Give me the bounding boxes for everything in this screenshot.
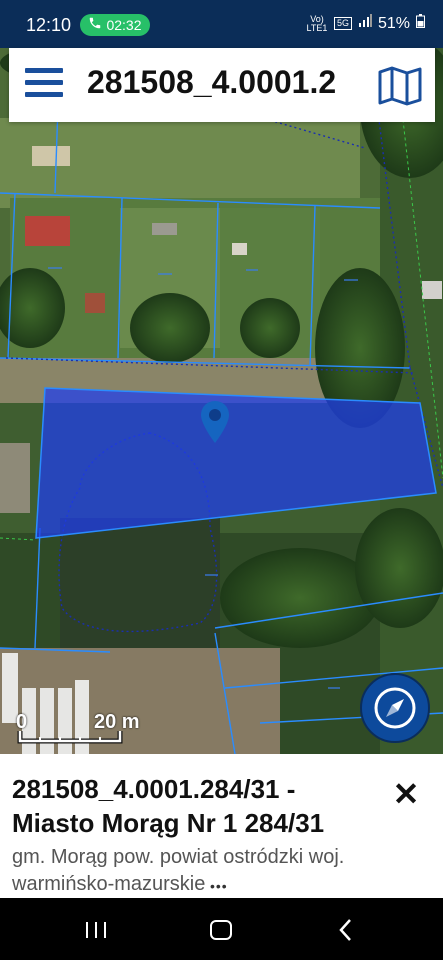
folded-map-icon[interactable] <box>377 66 423 106</box>
parcel-info-title: 281508_4.0001.284/31 - Miasto Morąg Nr 1… <box>12 774 325 838</box>
call-timer: 02:32 <box>106 17 142 33</box>
back-icon[interactable] <box>336 918 356 942</box>
ongoing-call-pill[interactable]: 02:32 <box>80 14 150 36</box>
hamburger-menu-icon[interactable] <box>25 68 63 102</box>
compass-navigation-icon[interactable] <box>360 673 430 743</box>
5g-indicator: 5G <box>333 17 352 30</box>
recent-apps-icon[interactable] <box>84 920 108 940</box>
parcel-info-panel: 281508_4.0001.284/31 - Miasto Morąg Nr 1… <box>0 754 443 898</box>
close-icon[interactable]: ✕ <box>390 778 422 810</box>
home-icon[interactable] <box>210 920 232 940</box>
scale-distance-label: 20 m <box>94 711 140 733</box>
battery-icon <box>416 14 425 33</box>
status-time: 12:10 <box>26 15 72 35</box>
volte-indicator: Vo) LTE1 <box>306 13 328 33</box>
system-icons: Vo) LTE1 5G 51% <box>306 14 425 33</box>
drag-handle[interactable]: ••• <box>210 878 228 894</box>
battery-percentage: 51% <box>377 14 410 32</box>
signal-icon <box>358 14 372 33</box>
status-bar: 12:10 02:32 Vo) LTE1 5G 51% <box>0 0 443 48</box>
parcel-title: 281508_4.0001.2 <box>87 64 337 100</box>
top-app-bar: 281508_4.0001.2 <box>9 48 435 122</box>
scale-zero-label: 0 <box>16 711 28 733</box>
phone-icon <box>88 14 102 36</box>
map-pin-icon[interactable] <box>200 400 230 444</box>
